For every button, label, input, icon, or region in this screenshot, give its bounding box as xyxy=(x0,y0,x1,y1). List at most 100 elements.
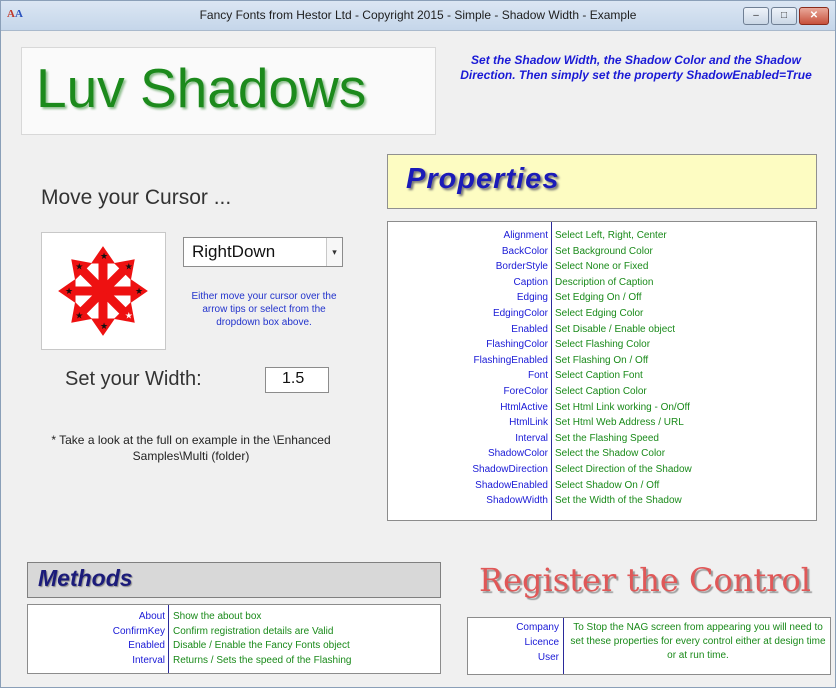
chevron-down-icon[interactable]: ▾ xyxy=(326,238,342,266)
property-row: ShadowColor Select the Shadow Color xyxy=(388,446,816,461)
register-name-licence: Licence xyxy=(524,637,559,648)
method-name: About xyxy=(138,611,165,622)
logo-text: Luv Shadows xyxy=(36,57,367,119)
register-description: To Stop the NAG screen from appearing yo… xyxy=(570,622,826,661)
intro-text: Set the Shadow Width, the Shadow Color a… xyxy=(460,53,812,82)
property-description: Set the Flashing Speed xyxy=(555,432,659,444)
property-description: Set Edging On / Off xyxy=(555,292,642,304)
method-description: Disable / Enable the Fancy Fonts object xyxy=(173,640,350,651)
arrow-star-icon: ★ xyxy=(135,287,143,297)
property-row: FlashingEnabled Set Flashing On / Off xyxy=(388,353,816,368)
methods-list: About Show the about box ConfirmKey Confirm… xyxy=(27,604,441,674)
property-description: Set Background Color xyxy=(555,245,653,257)
register-name-company: Company xyxy=(516,622,559,633)
property-row: FlashingColor Select Flashing Color xyxy=(388,337,816,352)
property-name: Alignment xyxy=(503,230,548,241)
property-description: Select Caption Color xyxy=(555,386,647,397)
property-name: ShadowColor xyxy=(487,448,548,460)
property-name: Font xyxy=(527,370,548,382)
methods-header: Methods xyxy=(27,562,441,598)
property-description: Set Html Web Address / URL xyxy=(555,417,684,429)
method-description: Returns / Sets the speed of the Flashing xyxy=(173,654,352,666)
property-row: EdgingColor Select Edging Color xyxy=(388,306,816,321)
properties-header: Properties xyxy=(387,154,817,209)
property-description: Select Shadow On / Off xyxy=(555,479,660,491)
direction-arrows-icon[interactable]: ★ ★ ★ ★ ★ ★ ★ ★ xyxy=(42,233,165,349)
direction-arrows-pad[interactable]: ★ ★ ★ ★ ★ ★ ★ ★ xyxy=(41,232,166,350)
property-description: Description of Caption xyxy=(555,276,654,288)
property-name: Caption xyxy=(513,276,548,288)
register-divider xyxy=(563,618,564,674)
property-name: EdgingColor xyxy=(492,308,548,319)
property-description: Select Direction of the Shadow xyxy=(555,464,692,475)
arrow-star-icon: ★ xyxy=(65,287,73,297)
property-name: FlashingColor xyxy=(486,339,548,351)
direction-dropdown-value: RightDown xyxy=(192,242,276,261)
property-row: ShadowDirection Select Direction of the S… xyxy=(388,462,816,477)
property-name: HtmlLink xyxy=(509,417,548,429)
method-row: Interval Returns / Sets the speed of the … xyxy=(28,654,440,668)
property-description: Set Html Link working - On/Off xyxy=(555,401,690,413)
direction-help-text: Either move your cursor over the arrow t… xyxy=(191,291,337,328)
property-row: HtmlActive Set Html Link working - On/Off xyxy=(388,400,816,415)
property-name: BackColor xyxy=(501,245,548,257)
method-description: Confirm registration details are Valid xyxy=(173,625,334,637)
method-row: Enabled Disable / Enable the Fancy Fonts … xyxy=(28,639,440,653)
shadow-demo-label: Luv Shadows xyxy=(21,47,436,135)
property-description: Set Disable / Enable object xyxy=(555,323,676,335)
property-name: ShadowWidth xyxy=(486,495,548,507)
window-title: Fancy Fonts from Hestor Ltd - Copyright … xyxy=(199,8,637,22)
property-row: ShadowEnabled Select Shadow On / Off xyxy=(388,478,816,493)
move-cursor-label: Move your Cursor ... xyxy=(41,186,232,209)
arrow-star-icon: ★ xyxy=(75,262,83,272)
property-row: HtmlLink Set Html Web Address / URL xyxy=(388,415,816,430)
register-name-user: User xyxy=(537,652,559,663)
arrow-star-icon: ★ xyxy=(100,322,108,332)
close-icon: ✕ xyxy=(809,10,819,21)
property-row: BorderStyle Select None or Fixed xyxy=(388,259,816,274)
property-description: Select Caption Font xyxy=(555,370,643,382)
minimize-button[interactable]: – xyxy=(743,7,769,25)
property-description: Select None or Fixed xyxy=(555,261,649,273)
property-row: ShadowWidth Set the Width of the Shadow xyxy=(388,493,816,508)
maximize-icon: □ xyxy=(780,10,788,21)
property-row: ForeColor Select Caption Color xyxy=(388,384,816,399)
property-name: ForeColor xyxy=(503,386,548,397)
app-window: AA Fancy Fonts from Hestor Ltd - Copyrig… xyxy=(0,0,836,688)
properties-title: Properties xyxy=(406,163,560,195)
property-name: FlashingEnabled xyxy=(473,354,549,366)
width-input[interactable]: 1.5 xyxy=(265,367,329,393)
property-description: Select Left, Right, Center xyxy=(555,230,667,241)
property-description: Set Flashing On / Off xyxy=(555,354,649,366)
register-title: Register the Control xyxy=(479,561,812,599)
property-name: ShadowDirection xyxy=(472,464,548,475)
property-row: Edging Set Edging On / Off xyxy=(388,290,816,305)
property-description: Select Flashing Color xyxy=(555,339,651,351)
property-description: Set the Width of the Shadow xyxy=(555,495,682,507)
property-name: BorderStyle xyxy=(495,261,548,273)
example-note: * Take a look at the full on example in … xyxy=(51,433,331,463)
properties-list: Alignment Select Left, Right, Center BackC… xyxy=(387,221,817,521)
methods-title: Methods xyxy=(38,565,133,591)
property-row: Enabled Set Disable / Enable object xyxy=(388,322,816,337)
property-name: Edging xyxy=(516,292,548,304)
property-name: Enabled xyxy=(511,323,548,335)
property-row: Font Select Caption Font xyxy=(388,368,816,383)
property-name: ShadowEnabled xyxy=(475,479,548,491)
property-row: Interval Set the Flashing Speed xyxy=(388,431,816,446)
property-row: Alignment Select Left, Right, Center xyxy=(388,228,816,243)
property-row: Caption Description of Caption xyxy=(388,275,816,290)
method-row: About Show the about box xyxy=(28,610,440,624)
width-label: Set your Width: xyxy=(65,368,202,390)
property-description: Select Edging Color xyxy=(555,308,644,319)
method-name: Enabled xyxy=(128,640,165,651)
method-name: Interval xyxy=(132,654,165,666)
property-name: Interval xyxy=(515,432,548,444)
method-description: Show the about box xyxy=(173,611,262,622)
direction-dropdown[interactable]: RightDown ▾ xyxy=(183,237,343,267)
property-description: Select the Shadow Color xyxy=(555,448,666,460)
arrow-star-icon: ★ xyxy=(125,312,133,322)
close-button[interactable]: ✕ xyxy=(799,7,829,25)
title-bar[interactable]: AA Fancy Fonts from Hestor Ltd - Copyrig… xyxy=(1,1,835,31)
maximize-button[interactable]: □ xyxy=(771,7,797,25)
